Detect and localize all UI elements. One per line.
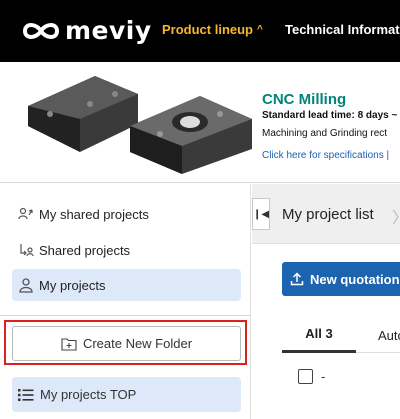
sidebar-item-label: My shared projects	[39, 206, 149, 222]
tab-all[interactable]: All 3	[282, 317, 356, 353]
banner-lead-time: Standard lead time: 8 days ~	[262, 110, 398, 121]
chevron-right-icon: 〉	[392, 204, 400, 228]
logo-text: meviy	[65, 16, 152, 45]
share-in-icon	[17, 241, 35, 259]
nav-technical-information[interactable]: Technical Informat	[285, 22, 400, 37]
create-new-folder-label: Create New Folder	[82, 336, 193, 351]
sidebar-item-label: Shared projects	[39, 242, 131, 258]
sidebar-item-label: My projects	[39, 277, 106, 293]
create-new-folder-button[interactable]: Create New Folder	[12, 326, 241, 361]
infinity-logo-icon	[22, 23, 60, 39]
sidebar: My shared projects Shared projects My pr…	[0, 184, 251, 419]
sidebar-item-my-shared-projects[interactable]: My shared projects	[12, 198, 241, 230]
folder-plus-icon	[61, 337, 77, 351]
meviy-logo[interactable]: meviy	[22, 17, 152, 45]
banner-title: CNC Milling	[262, 91, 347, 108]
cnc-parts-image	[28, 76, 252, 174]
chevron-up-icon: ^	[257, 24, 263, 35]
product-banner: CNC Milling Standard lead time: 8 days ~…	[0, 62, 400, 183]
banner-description: Machining and Grinding rect	[262, 128, 388, 139]
top-navigation-bar: meviy Product lineup ^ Technical Informa…	[0, 0, 400, 62]
list-icon	[18, 388, 34, 402]
chevron-left-icon: ❙◀	[252, 208, 270, 220]
sidebar-item-shared-projects[interactable]: Shared projects	[12, 234, 241, 266]
page-title: My project list	[282, 206, 374, 223]
banner-specifications-link[interactable]: Click here for specifications |	[262, 150, 389, 161]
new-quotation-label: New quotation	[310, 271, 400, 287]
share-out-icon	[17, 205, 35, 223]
collapse-sidebar-button[interactable]: ❙◀	[252, 198, 270, 230]
main-content: My project list 〉 New quotation All 3 Au…	[252, 184, 400, 419]
nav-product-lineup[interactable]: Product lineup ^	[162, 22, 263, 37]
user-icon	[17, 276, 35, 294]
sidebar-divider	[0, 315, 251, 316]
row-value: -	[321, 369, 326, 384]
upload-icon	[290, 272, 304, 286]
sidebar-item-my-projects[interactable]: My projects	[12, 269, 241, 301]
tab-auto[interactable]: Auto	[378, 317, 400, 353]
project-tabs: All 3 Auto	[282, 317, 400, 353]
my-projects-top-label: My projects TOP	[40, 387, 137, 402]
nav-product-lineup-label: Product lineup	[162, 22, 253, 37]
main-header: My project list 〉	[252, 184, 400, 244]
row-checkbox[interactable]	[298, 369, 313, 384]
my-projects-top-button[interactable]: My projects TOP	[12, 377, 241, 412]
new-quotation-button[interactable]: New quotation	[282, 262, 400, 296]
